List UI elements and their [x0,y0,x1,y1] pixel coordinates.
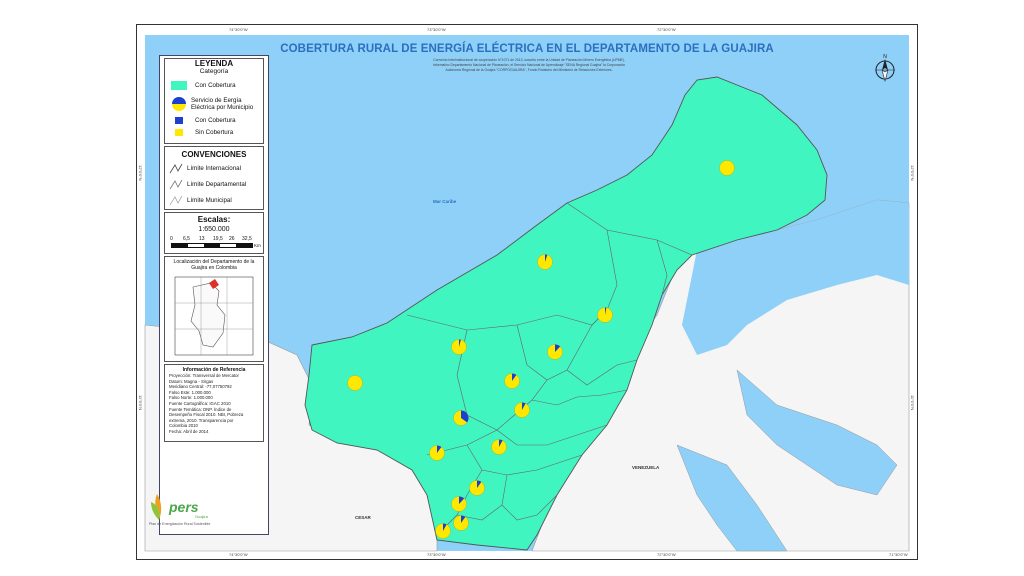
scale-value: 1:650.000 [198,226,230,233]
scale-tick: 0 [170,236,173,242]
legend-label: Servicio de Eergía Eléctrica por Municip… [191,97,254,111]
scale-tick: 6,5 [183,236,190,242]
top-tick-3: 72°30'0"W [657,27,676,32]
bottom-tick-2: 73°30'0"W [427,552,446,557]
map-frame: 74°30'0"W 73°30'0"W 72°30'0"W 74°30'0"W … [136,24,918,560]
scale-title: Escalas: [197,215,231,224]
scale-tick: 26 [229,236,235,242]
place-venezuela: VENEZUELA [632,465,660,470]
legend-swatch-without [175,129,183,136]
pie-no-coverage-slice [719,160,735,176]
logo-name: pers [168,499,199,515]
pie-barrancas[interactable] [453,410,469,426]
pie-sanjuan[interactable] [491,439,507,455]
pie-albania[interactable] [547,344,563,360]
conventions-box: CONVENCIONES Límite Internacional Límite… [164,146,264,210]
legend-swatch-with [175,117,183,124]
info-line: Fecha: Abril de 2014 [169,428,209,434]
pie-urumita[interactable] [453,515,469,531]
info-box: Información de Referencia Proyección: Tr… [164,364,264,442]
place-sea: Mar Caribe [433,199,457,204]
bottom-tick-1: 74°30'0"W [229,552,248,557]
right-tick-1: 12°0'0"N [910,165,915,181]
conventions-title: CONVENCIONES [181,150,247,159]
legend-panel: LEYENDA Categoría Con Cobertura Servicio… [159,55,269,535]
north-arrow-icon: N [875,54,895,83]
left-tick-2: 11°0'0"N [138,395,143,411]
scale-tick: 13 [199,236,205,242]
bottom-tick-3: 72°30'0"W [657,552,676,557]
convention-label: Límite Departamental [187,181,247,188]
convention-label: Límite Municipal [187,197,232,204]
legend-label: Con Cobertura [195,117,236,124]
pie-elmolino[interactable] [469,480,485,496]
top-tick-1: 74°30'0"W [229,27,248,32]
right-tick-2: 11°0'0"N [910,395,915,411]
convention-label: Límite Internacional [187,165,241,172]
pie-fonseca[interactable] [429,445,445,461]
pie-dibulla[interactable] [347,375,363,391]
left-tick-1: 12°0'0"N [138,165,143,181]
legend-box: LEYENDA Categoría Con Cobertura Servicio… [164,58,264,144]
legend-label: Sin Cobertura [195,129,234,136]
locator-title: Localización del Departamento de la Guaj… [173,259,255,271]
pie-lajagua[interactable] [435,523,451,539]
locator-box: Localización del Departamento de la Guaj… [164,256,264,362]
pers-logo-icon: pers Guajira Plan de Energización Rural … [149,494,210,526]
scale-unit: Km [254,243,261,248]
place-cesar: CESAR [355,515,371,520]
top-tick-2: 73°30'0"W [427,27,446,32]
pie-uribia[interactable] [719,160,735,176]
map-title: COBERTURA RURAL DE ENERGÍA ELÉCTRICA EN … [280,43,774,55]
scale-bar [171,243,253,248]
pie-manaure[interactable] [537,254,553,270]
legend-pie-icon [172,97,186,111]
pie-no-coverage-slice [347,375,363,391]
locator-map [174,276,254,356]
scale-tick: 32,5 [242,236,252,242]
legend-swatch-coverage [171,81,187,90]
legend-label: Con Cobertura [195,82,236,89]
scale-box: Escalas: 1:650.000 0 6,5 13 19,5 26 32,5… [164,212,264,254]
pie-maicao[interactable] [597,307,613,323]
map-credits: Convenio Interinstitucional de cooperaci… [385,58,673,73]
logo-sub: Guajira [195,514,209,519]
pie-riohacha[interactable] [451,339,467,355]
pie-villanueva[interactable] [451,496,467,512]
legend-title: LEYENDA [194,59,234,68]
pie-distraccion[interactable] [514,402,530,418]
bottom-tick-4: 71°30'0"W [889,552,908,557]
credits-line: Autónoma Regional de la Guajira "CORPOGU… [445,68,613,72]
north-label: N [883,54,887,60]
logo-tagline: Plan de Energización Rural Sostenible [149,522,210,526]
scale-tick: 19,5 [213,236,223,242]
pie-hatonuevo[interactable] [504,373,520,389]
boundary-line-icons [169,163,183,206]
legend-subtitle: Categoría [199,68,229,75]
pers-logo: pers Guajira Plan de Energización Rural … [147,490,217,531]
